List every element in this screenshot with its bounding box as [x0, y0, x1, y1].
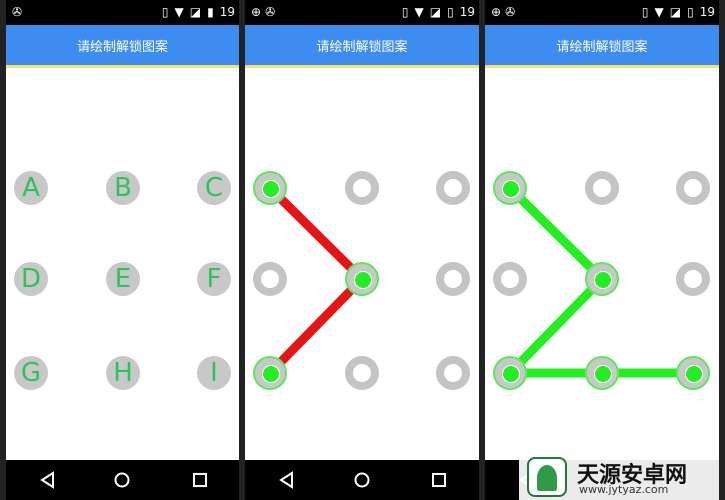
node-letter: G — [20, 358, 42, 388]
pattern-node[interactable] — [585, 356, 619, 390]
vibrate-icon: ▯ — [401, 5, 409, 19]
battery-icon: ▯ — [687, 5, 694, 19]
node-letter: H — [113, 358, 133, 388]
pattern-node[interactable]: E — [106, 262, 140, 296]
wifi-icon: ▼ — [654, 5, 664, 19]
status-bar: ⊕ ✇ ▯ ▼ ◪ ▯ 19 — [245, 0, 479, 25]
status-bar: ✇ ▯ ▼ ◪ ▮ 19 — [6, 0, 239, 25]
pattern-node[interactable] — [585, 262, 619, 296]
app-bar: 请绘制解锁图案 — [6, 25, 239, 68]
home-icon[interactable] — [352, 470, 372, 490]
android-debug-icon: ✇ — [265, 5, 276, 19]
android-debug-icon: ✇ — [505, 5, 516, 19]
pattern-node[interactable] — [436, 262, 470, 296]
pattern-segment — [506, 275, 606, 377]
pattern-node[interactable]: B — [106, 171, 140, 205]
status-bar: ⊕ ✇ ▯ ▼ ◪ ▯ 19 — [485, 0, 719, 25]
recents-icon[interactable] — [429, 470, 449, 490]
navigation-bar — [6, 460, 239, 500]
lock-pattern-area[interactable] — [485, 68, 719, 460]
pattern-segment — [266, 184, 366, 283]
pattern-node[interactable] — [253, 356, 287, 390]
pattern-node[interactable] — [676, 171, 710, 205]
pattern-node[interactable] — [345, 356, 379, 390]
back-icon[interactable] — [277, 470, 297, 490]
pattern-node[interactable] — [676, 262, 710, 296]
no-sim-icon: ◪ — [429, 5, 442, 19]
pattern-node[interactable] — [436, 171, 470, 205]
lock-pattern-area[interactable]: A B C D E F G H I — [6, 68, 239, 460]
upload-icon: ⊕ — [491, 5, 502, 19]
battery-icon: ▮ — [207, 5, 214, 19]
pattern-node[interactable]: H — [106, 356, 140, 390]
active-dot — [594, 365, 612, 383]
watermark: 天源安卓网 www.jytyaz.com — [519, 455, 719, 500]
active-dot — [594, 271, 612, 289]
navigation-bar — [245, 460, 479, 500]
vibrate-icon: ▯ — [641, 5, 649, 19]
node-letter: B — [114, 173, 132, 203]
app-bar: 请绘制解锁图案 — [485, 25, 719, 68]
site-logo-icon — [527, 457, 567, 497]
wifi-icon: ▼ — [414, 5, 424, 19]
node-letter: A — [22, 173, 40, 203]
pattern-node[interactable] — [253, 262, 287, 296]
pattern-node[interactable]: C — [197, 171, 231, 205]
pattern-node[interactable]: G — [14, 356, 48, 390]
pattern-node[interactable] — [585, 171, 619, 205]
watermark-url: www.jytyaz.com — [579, 483, 669, 496]
page-title: 请绘制解锁图案 — [76, 39, 168, 55]
pattern-node[interactable] — [493, 171, 527, 205]
node-letter: D — [20, 264, 42, 294]
status-time: 19 — [699, 5, 715, 19]
active-dot — [502, 180, 520, 198]
android-debug-icon: ✇ — [12, 5, 23, 19]
active-dot — [685, 365, 703, 383]
active-dot — [502, 365, 520, 383]
pattern-node[interactable]: I — [197, 356, 231, 390]
app-bar: 请绘制解锁图案 — [245, 25, 479, 68]
no-sim-icon: ◪ — [669, 5, 682, 19]
vibrate-icon: ▯ — [161, 5, 169, 19]
node-letter: F — [206, 264, 222, 294]
pattern-node[interactable] — [676, 356, 710, 390]
pattern-segment — [506, 184, 606, 283]
upload-icon: ⊕ — [251, 5, 262, 19]
pattern-node[interactable] — [345, 171, 379, 205]
pattern-node[interactable]: D — [14, 262, 48, 296]
active-dot — [262, 180, 280, 198]
phone-screen-1: ✇ ▯ ▼ ◪ ▮ 19 请绘制解锁图案 A B C D E F G H I — [6, 0, 239, 500]
pattern-node[interactable] — [493, 356, 527, 390]
phone-screen-2: ⊕ ✇ ▯ ▼ ◪ ▯ 19 请绘制解锁图案 — [245, 0, 479, 500]
battery-icon: ▯ — [447, 5, 454, 19]
wifi-icon: ▼ — [174, 5, 184, 19]
page-title: 请绘制解锁图案 — [556, 39, 648, 55]
node-letter: E — [114, 264, 132, 294]
no-sim-icon: ◪ — [189, 5, 202, 19]
recents-icon[interactable] — [190, 470, 210, 490]
home-icon[interactable] — [112, 470, 132, 490]
active-dot — [354, 271, 372, 289]
pattern-node[interactable]: A — [14, 171, 48, 205]
node-letter: C — [204, 173, 224, 203]
status-time: 19 — [219, 5, 235, 19]
lock-pattern-area[interactable] — [245, 68, 479, 460]
pattern-node[interactable] — [345, 262, 379, 296]
pattern-segment — [266, 275, 366, 377]
pattern-node[interactable] — [436, 356, 470, 390]
pattern-node[interactable]: F — [197, 262, 231, 296]
node-letter: I — [210, 358, 218, 388]
page-title: 请绘制解锁图案 — [316, 39, 408, 55]
pattern-node[interactable] — [493, 262, 527, 296]
pattern-node[interactable] — [253, 171, 287, 205]
status-time: 19 — [459, 5, 475, 19]
phone-screen-3: ⊕ ✇ ▯ ▼ ◪ ▯ 19 请绘制解锁图案 天源安卓网 www.jytyaz.… — [485, 0, 719, 500]
back-icon[interactable] — [38, 470, 58, 490]
active-dot — [262, 365, 280, 383]
